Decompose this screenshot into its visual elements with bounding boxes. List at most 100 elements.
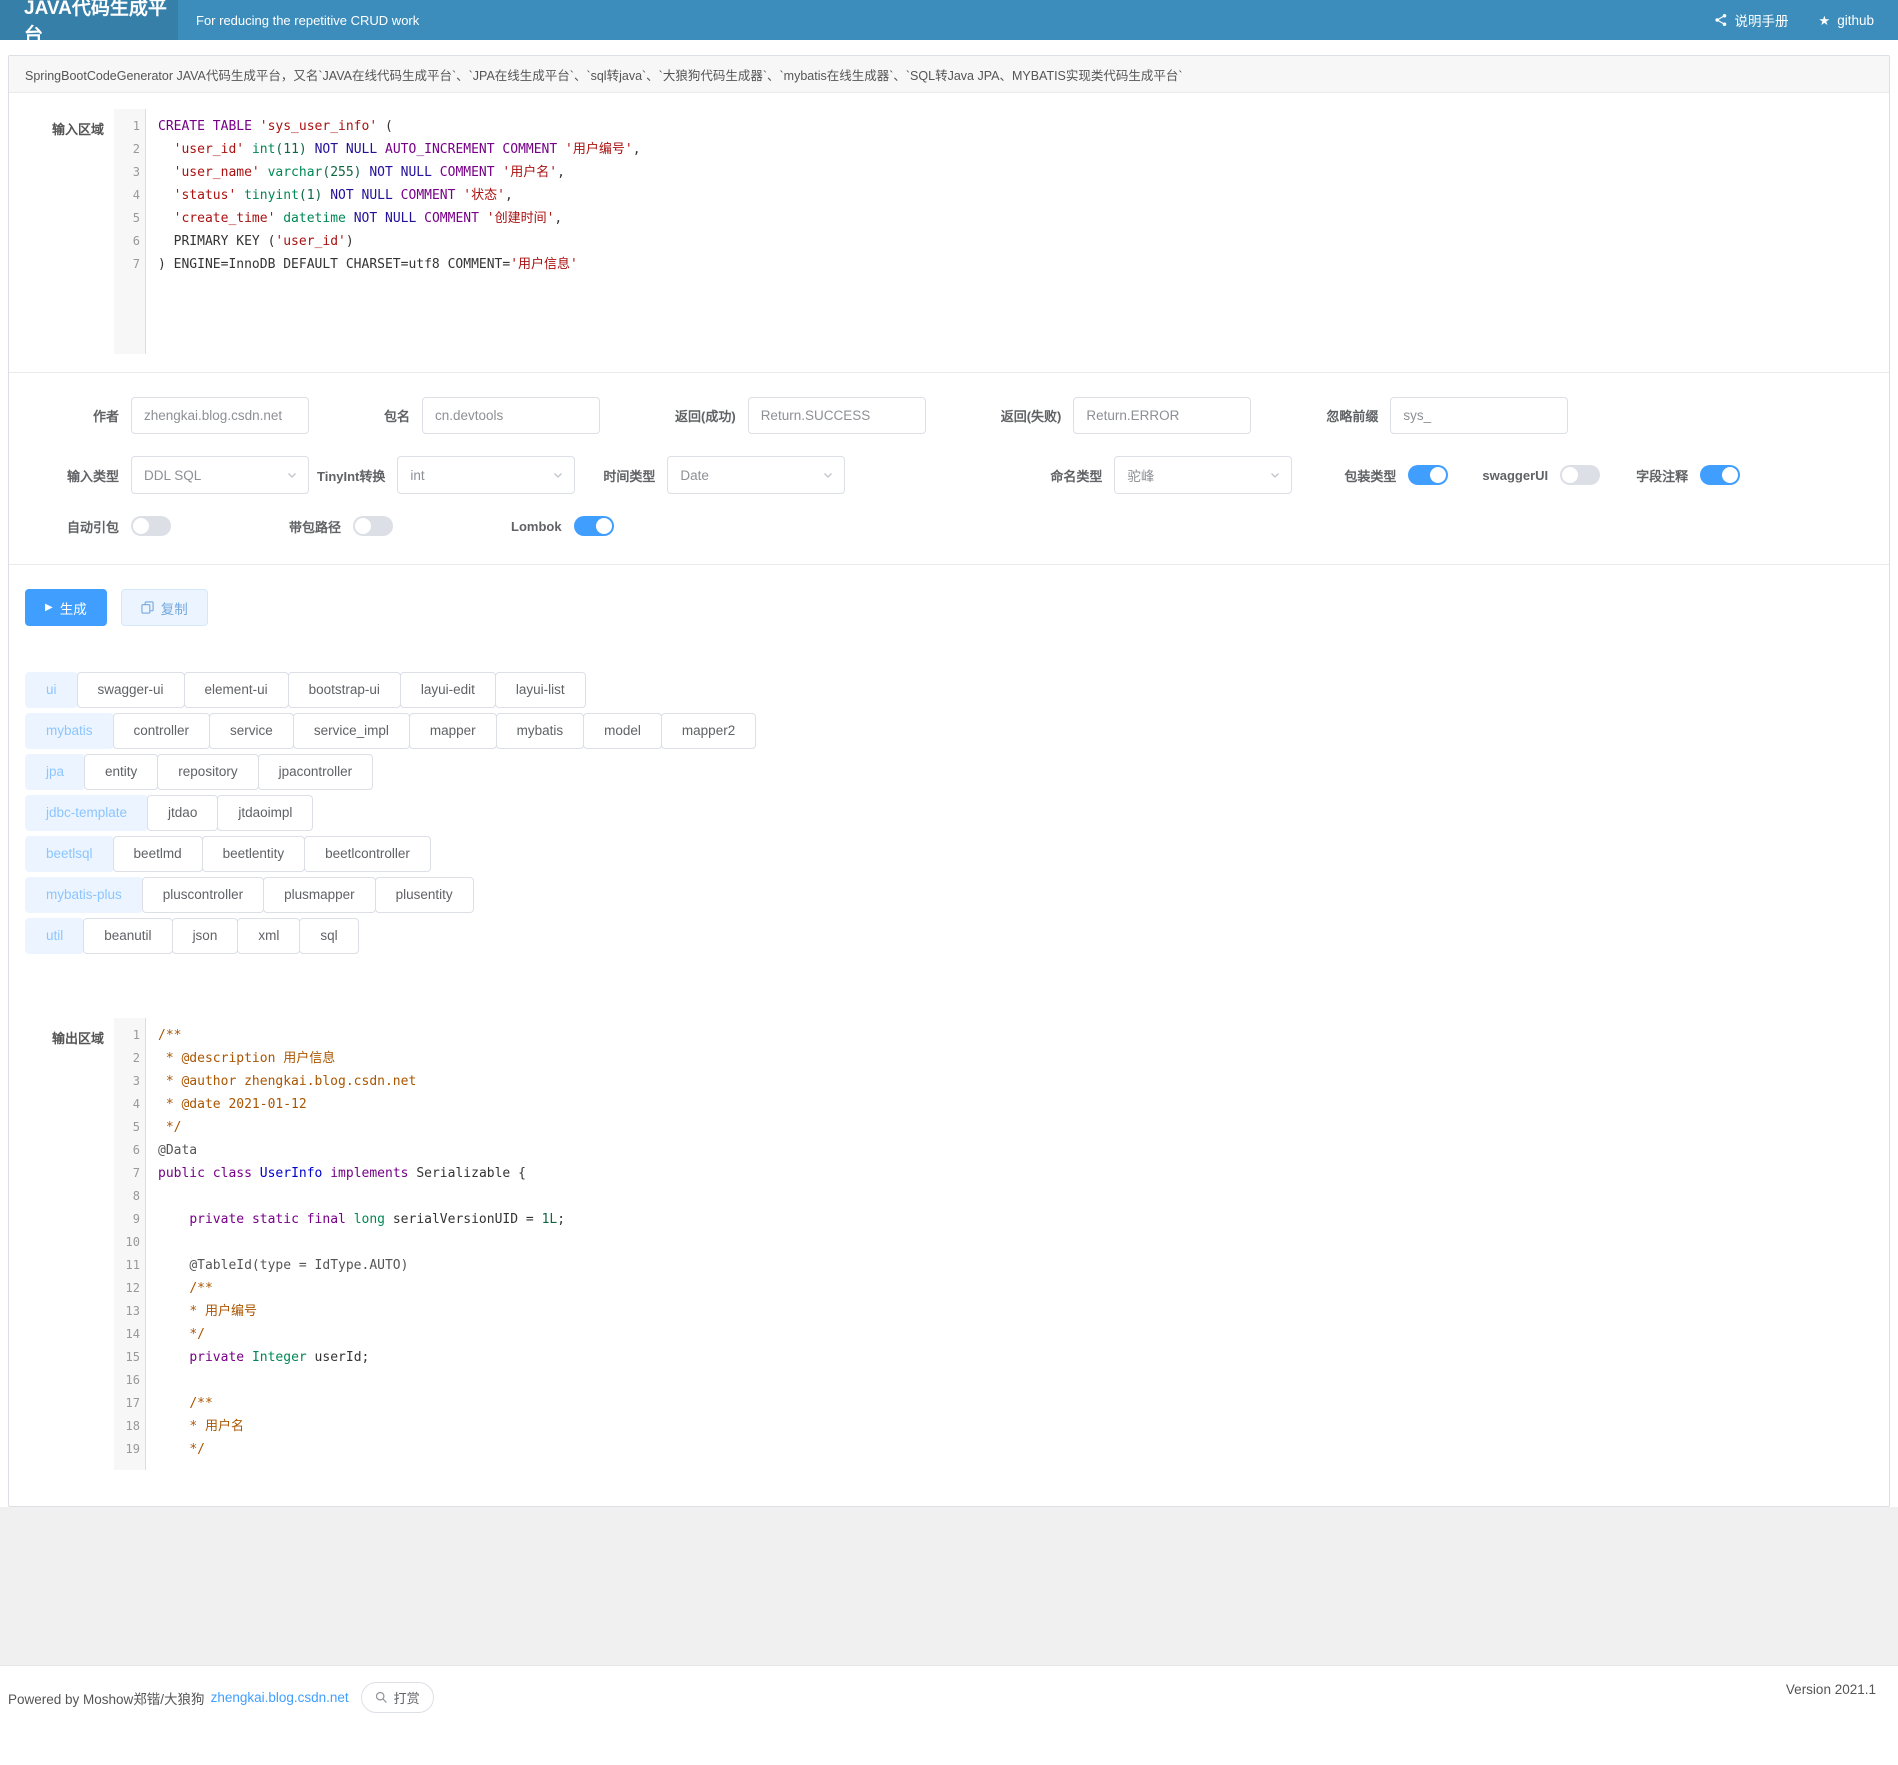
tab-plusentity[interactable]: plusentity [375, 877, 474, 913]
tab-layui-edit[interactable]: layui-edit [400, 672, 496, 708]
tab-bootstrap-ui[interactable]: bootstrap-ui [288, 672, 401, 708]
input-area-label: 输入区域 [9, 109, 104, 354]
donate-label: 打赏 [394, 1688, 420, 1707]
manual-label: 说明手册 [1735, 10, 1789, 30]
manual-link[interactable]: 说明手册 [1714, 10, 1789, 30]
text-input[interactable] [748, 397, 926, 434]
switch-knob [1722, 467, 1738, 483]
tab-xml[interactable]: xml [237, 918, 300, 954]
line-number: 3 [114, 1070, 140, 1093]
input-editor[interactable]: 1234567 CREATE TABLE 'sys_user_info' ( '… [114, 109, 1873, 354]
code-line: */ [158, 1438, 1873, 1461]
tab-beanutil[interactable]: beanutil [83, 918, 172, 954]
github-link[interactable]: ★ github [1819, 13, 1874, 28]
tab-category-beetlsql[interactable]: beetlsql [25, 836, 114, 872]
divider [9, 564, 1889, 565]
line-number: 2 [114, 138, 140, 161]
output-editor[interactable]: 12345678910111213141516171819 /** * @des… [114, 1018, 1873, 1470]
tab-jtdaoimpl[interactable]: jtdaoimpl [217, 795, 313, 831]
select-value: int [410, 468, 424, 483]
tab-layui-list[interactable]: layui-list [495, 672, 586, 708]
toggle-switch[interactable] [1408, 465, 1448, 485]
tab-mybatis[interactable]: mybatis [496, 713, 585, 749]
tab-beetlentity[interactable]: beetlentity [202, 836, 306, 872]
code-line: @Data [158, 1139, 1873, 1162]
line-number: 4 [114, 1093, 140, 1116]
background-band [0, 1507, 1898, 1665]
line-number: 2 [114, 1047, 140, 1070]
toggle-switch[interactable] [1560, 465, 1600, 485]
dropdown-select[interactable]: DDL SQL [131, 456, 309, 494]
line-number: 5 [114, 1116, 140, 1139]
tab-entity[interactable]: entity [84, 754, 158, 790]
tab-category-jpa[interactable]: jpa [25, 754, 85, 790]
field-label: TinyInt转换 [317, 466, 385, 485]
tab-pluscontroller[interactable]: pluscontroller [142, 877, 264, 913]
tab-sql[interactable]: sql [299, 918, 358, 954]
line-number: 14 [114, 1323, 140, 1346]
dropdown-select[interactable]: Date [667, 456, 845, 494]
code-line: /** [158, 1392, 1873, 1415]
tab-json[interactable]: json [172, 918, 239, 954]
code-line: PRIMARY KEY ('user_id') [158, 230, 1873, 253]
tab-model[interactable]: model [583, 713, 662, 749]
toggle-switch[interactable] [1700, 465, 1740, 485]
author-link[interactable]: zhengkai.blog.csdn.net [211, 1690, 349, 1705]
generate-button[interactable]: ▶ 生成 [25, 589, 107, 626]
field-label: 返回(成功) [675, 406, 736, 425]
tab-mapper[interactable]: mapper [409, 713, 497, 749]
tab-controller[interactable]: controller [113, 713, 211, 749]
tab-repository[interactable]: repository [157, 754, 258, 790]
tab-category-ui[interactable]: ui [25, 672, 78, 708]
tab-swagger-ui[interactable]: swagger-ui [77, 672, 185, 708]
line-number: 4 [114, 184, 140, 207]
copy-button[interactable]: 复制 [121, 589, 208, 626]
line-number-gutter: 12345678910111213141516171819 [114, 1018, 146, 1470]
toggle-switch[interactable] [131, 516, 171, 536]
tab-category-mybatis[interactable]: mybatis [25, 713, 114, 749]
intro-text: SpringBootCodeGenerator JAVA代码生成平台，又名`JA… [9, 56, 1889, 93]
dropdown-select[interactable]: int [397, 456, 575, 494]
tab-category-util[interactable]: util [25, 918, 84, 954]
code-line: */ [158, 1116, 1873, 1139]
navbar-links: 说明手册 ★ github [1714, 10, 1898, 30]
tab-category-jdbc-template[interactable]: jdbc-template [25, 795, 148, 831]
tab-element-ui[interactable]: element-ui [184, 672, 289, 708]
tab-beetlmd[interactable]: beetlmd [113, 836, 203, 872]
field-label: Lombok [511, 519, 562, 534]
tab-mapper2[interactable]: mapper2 [661, 713, 756, 749]
form-field-group: 时间类型 Date [603, 456, 845, 494]
donate-button[interactable]: 打赏 [361, 1682, 434, 1713]
line-number: 7 [114, 253, 140, 276]
tab-jtdao[interactable]: jtdao [147, 795, 218, 831]
text-input[interactable] [1390, 397, 1568, 434]
field-label: 包装类型 [1344, 466, 1396, 485]
tab-beetlcontroller[interactable]: beetlcontroller [304, 836, 431, 872]
line-number: 1 [114, 115, 140, 138]
tab-plusmapper[interactable]: plusmapper [263, 877, 376, 913]
line-number: 3 [114, 161, 140, 184]
tab-service_impl[interactable]: service_impl [293, 713, 410, 749]
line-number: 19 [114, 1438, 140, 1461]
chevron-down-icon [1269, 469, 1281, 481]
app-logo[interactable]: JAVA代码生成平台 [0, 0, 178, 40]
code-line: /** [158, 1277, 1873, 1300]
form-row-3: 自动引包带包路径Lombok [9, 516, 1889, 536]
text-input[interactable] [131, 397, 309, 434]
copy-icon [141, 601, 154, 614]
dropdown-select[interactable]: 驼峰 [1114, 456, 1292, 494]
code-line: /** [158, 1024, 1873, 1047]
form-field-group: 返回(失败) [1001, 397, 1252, 434]
code-line: ) ENGINE=InnoDB DEFAULT CHARSET=utf8 COM… [158, 253, 1873, 276]
tab-service[interactable]: service [209, 713, 294, 749]
main-card: SpringBootCodeGenerator JAVA代码生成平台，又名`JA… [8, 55, 1890, 1507]
tab-row: mybatiscontrollerserviceservice_implmapp… [25, 713, 1873, 749]
tab-category-mybatis-plus[interactable]: mybatis-plus [25, 877, 143, 913]
field-label: 时间类型 [603, 466, 655, 485]
toggle-switch[interactable] [574, 516, 614, 536]
toggle-switch[interactable] [353, 516, 393, 536]
text-input[interactable] [422, 397, 600, 434]
text-input[interactable] [1073, 397, 1251, 434]
tab-jpacontroller[interactable]: jpacontroller [258, 754, 374, 790]
form-row-2: 输入类型DDL SQLTinyInt转换int时间类型Date命名类型驼峰包装类… [9, 456, 1889, 494]
